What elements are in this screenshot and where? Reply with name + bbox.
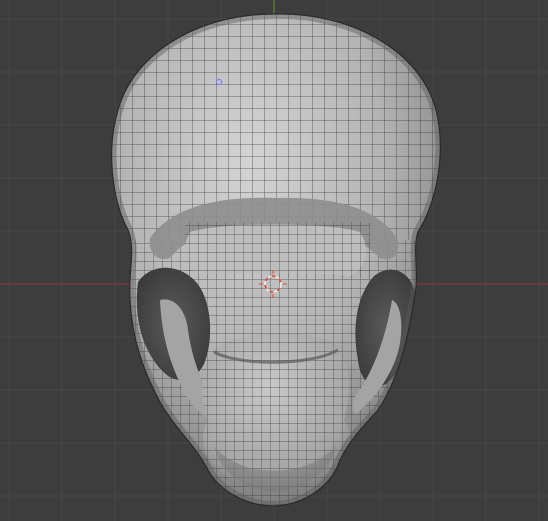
3d-viewport[interactable] (0, 0, 548, 521)
skull-mesh[interactable] (100, 0, 460, 520)
viewport-canvas[interactable] (0, 0, 548, 521)
